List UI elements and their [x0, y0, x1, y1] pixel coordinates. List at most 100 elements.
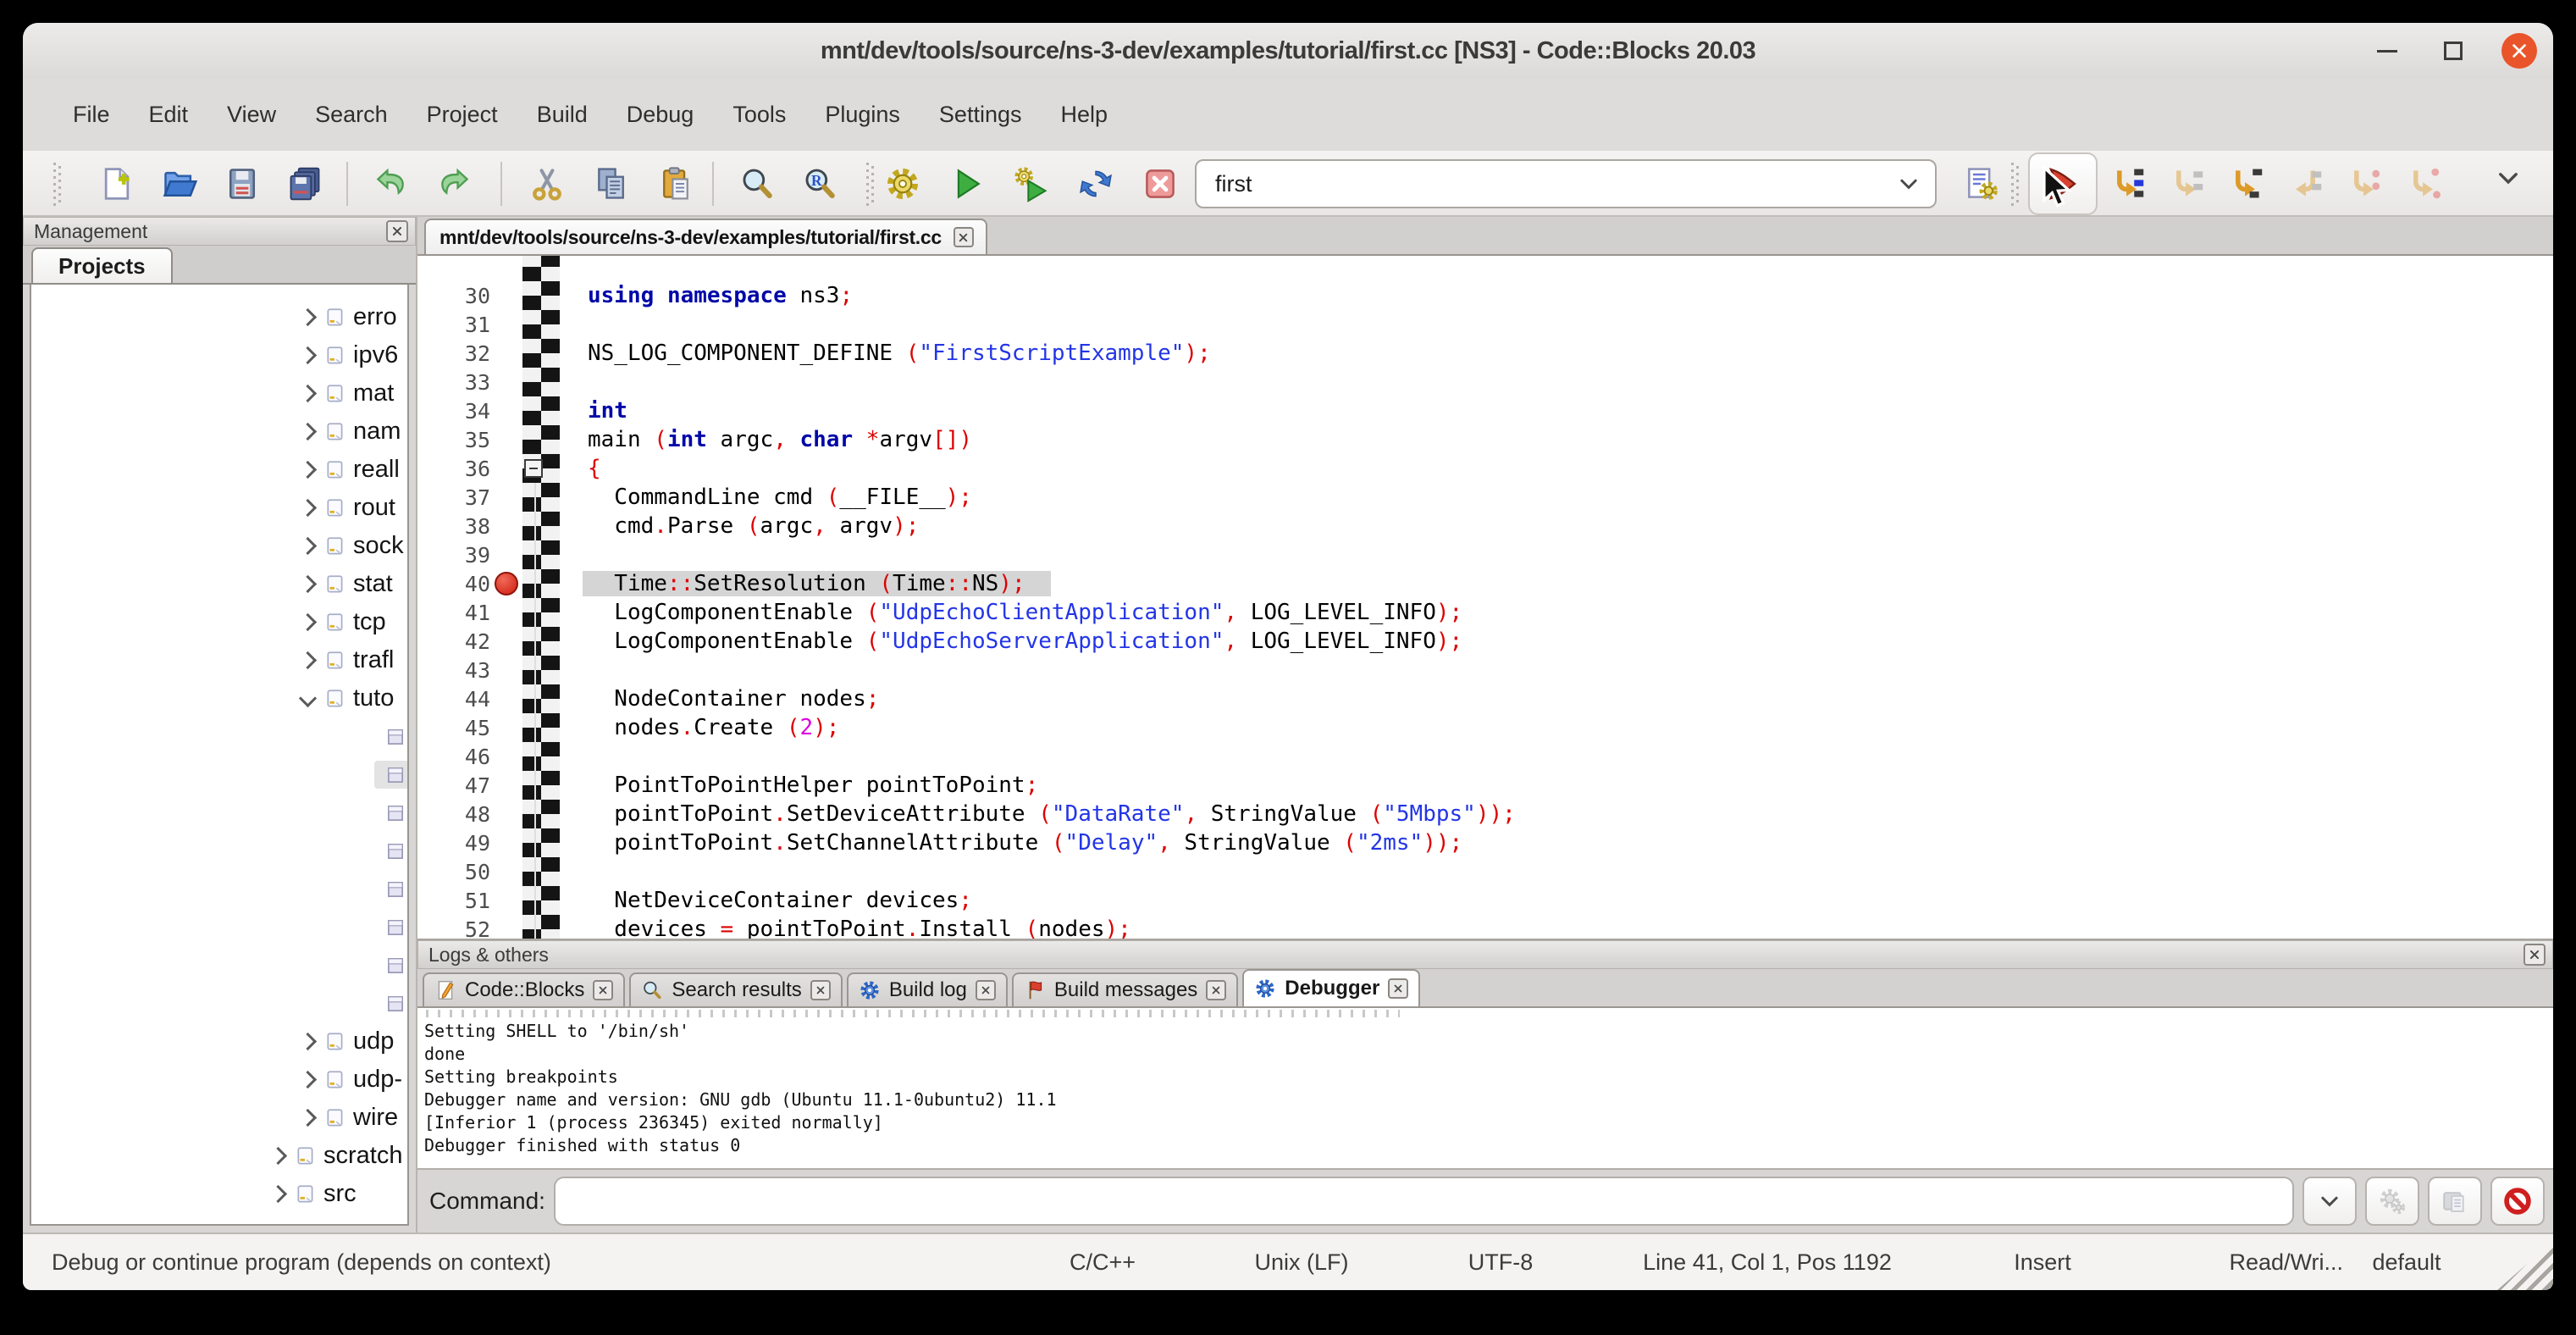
log-tab-close-button[interactable] — [1206, 980, 1226, 1000]
maximize-button[interactable] — [2435, 32, 2472, 69]
line-number[interactable]: 42 — [417, 629, 490, 654]
tree-item-ipv6[interactable]: ipv6 — [31, 336, 407, 374]
build-target-input[interactable] — [1197, 171, 1896, 197]
debug-step-into-instruction-button[interactable] — [2404, 163, 2443, 204]
debug-next-instruction-button[interactable] — [2345, 163, 2384, 204]
copy-button[interactable] — [592, 163, 631, 204]
menu-search[interactable]: Search — [296, 93, 407, 136]
code-editor[interactable]: 30using namespace ns3;3132NS_LOG_COMPONE… — [417, 256, 2553, 939]
tree-item-erro[interactable]: erro — [31, 298, 407, 336]
tree-item-tuto[interactable]: tuto — [31, 679, 407, 717]
menu-plugins[interactable]: Plugins — [805, 93, 920, 136]
line-number[interactable]: 45 — [417, 716, 490, 740]
debug-step-out-button[interactable] — [2286, 163, 2324, 204]
chevron-right-icon[interactable] — [269, 1147, 287, 1165]
tree-item-scratch[interactable]: scratch — [31, 1137, 407, 1175]
chevron-right-icon[interactable] — [299, 613, 317, 631]
line-number[interactable]: 33 — [417, 370, 490, 395]
tree-item-six[interactable]: six — [31, 946, 407, 984]
chevron-right-icon[interactable] — [269, 1185, 287, 1203]
tree-item-rout[interactable]: rout — [31, 489, 407, 527]
log-tab-build-messages[interactable]: Build messages — [1012, 972, 1238, 1006]
chevron-down-icon[interactable] — [1896, 171, 1921, 197]
build-target-combo[interactable] — [1195, 159, 1937, 208]
save-all-button[interactable] — [285, 163, 324, 204]
toolbar-grip[interactable] — [866, 162, 875, 206]
chevron-right-icon[interactable] — [299, 346, 317, 364]
line-number[interactable]: 36 — [417, 457, 490, 481]
tree-item-trafl[interactable]: trafl — [31, 641, 407, 679]
log-tab-close-button[interactable] — [593, 980, 613, 1000]
menu-settings[interactable]: Settings — [920, 93, 1042, 136]
abort-button[interactable] — [1141, 163, 1180, 204]
debug-next-line-button[interactable] — [2167, 163, 2206, 204]
chevron-right-icon[interactable] — [299, 423, 317, 440]
log-tab-close-button[interactable] — [976, 980, 996, 1000]
line-number[interactable]: 32 — [417, 341, 490, 366]
tab-projects[interactable]: Projects — [31, 247, 173, 283]
debug-run-to-cursor-button[interactable] — [2108, 163, 2147, 204]
chevron-right-icon[interactable] — [299, 1071, 317, 1088]
editor-tab-first-cc[interactable]: mnt/dev/tools/source/ns-3-dev/examples/t… — [424, 219, 987, 254]
line-number[interactable]: 41 — [417, 601, 490, 625]
line-number[interactable]: 52 — [417, 917, 490, 939]
redo-button[interactable] — [434, 163, 473, 204]
chevron-right-icon[interactable] — [299, 499, 317, 517]
line-number[interactable]: 48 — [417, 802, 490, 827]
compile-target-options-button[interactable] — [1962, 163, 2001, 204]
tree-item-fo[interactable]: fo — [31, 794, 407, 832]
tree-item-wire[interactable]: wire — [31, 1099, 407, 1137]
tree-item-th[interactable]: th — [31, 984, 407, 1022]
title-bar[interactable]: mnt/dev/tools/source/ns-3-dev/examples/t… — [23, 23, 2553, 79]
line-number[interactable]: 30 — [417, 284, 490, 308]
chevron-right-icon[interactable] — [299, 308, 317, 326]
logs-close-button[interactable] — [2523, 944, 2546, 966]
copy-log-button[interactable] — [2428, 1177, 2482, 1226]
resize-grip[interactable] — [2497, 1241, 2553, 1290]
cut-button[interactable] — [528, 163, 567, 204]
menu-debug[interactable]: Debug — [607, 93, 714, 136]
fold-collapse-icon[interactable] — [524, 459, 543, 478]
log-tab-search-results[interactable]: Search results — [629, 972, 842, 1006]
tree-item-se[interactable]: se — [31, 908, 407, 946]
debug-step-into-button[interactable] — [2226, 163, 2265, 204]
line-number[interactable]: 51 — [417, 889, 490, 913]
line-number[interactable]: 46 — [417, 745, 490, 769]
line-number[interactable]: 39 — [417, 543, 490, 568]
tree-item-mat[interactable]: mat — [31, 374, 407, 413]
command-input[interactable] — [554, 1177, 2294, 1226]
close-button[interactable] — [2501, 32, 2538, 69]
build-button[interactable] — [883, 163, 922, 204]
toolbar-overflow-button[interactable] — [2494, 163, 2523, 192]
log-tab-close-button[interactable] — [810, 980, 831, 1000]
chevron-right-icon[interactable] — [299, 461, 317, 479]
management-caption[interactable]: Management — [23, 217, 416, 246]
replace-button[interactable]: R — [800, 163, 839, 204]
line-number[interactable]: 47 — [417, 773, 490, 798]
chevron-right-icon[interactable] — [299, 1109, 317, 1127]
log-tab-debugger[interactable]: Debugger — [1242, 969, 1420, 1006]
command-dropdown-button[interactable] — [2302, 1177, 2357, 1226]
new-file-button[interactable] — [97, 163, 136, 204]
chevron-down-icon[interactable] — [299, 690, 317, 707]
project-tree[interactable]: erroipv6matnamreallroutsockstattcptraflt… — [30, 285, 409, 1226]
menu-project[interactable]: Project — [407, 93, 517, 136]
tree-item-udp[interactable]: udp — [31, 1022, 407, 1061]
tree-item-fir[interactable]: fir — [31, 756, 407, 794]
line-number[interactable]: 50 — [417, 860, 490, 884]
breakpoint-margin[interactable] — [490, 572, 522, 595]
management-close-button[interactable] — [386, 220, 408, 242]
line-number[interactable]: 40 — [417, 572, 490, 596]
tree-item-stat[interactable]: stat — [31, 565, 407, 603]
menu-help[interactable]: Help — [1041, 93, 1127, 136]
tree-item-udp-[interactable]: udp- — [31, 1061, 407, 1099]
line-number[interactable]: 43 — [417, 658, 490, 683]
save-button[interactable] — [223, 163, 262, 204]
line-number[interactable]: 34 — [417, 399, 490, 424]
line-number[interactable]: 31 — [417, 313, 490, 337]
minimize-button[interactable] — [2369, 32, 2406, 69]
log-tab-code-blocks[interactable]: Code::Blocks — [423, 972, 625, 1006]
run-button[interactable] — [948, 163, 987, 204]
line-number[interactable]: 44 — [417, 687, 490, 712]
logs-caption[interactable]: Logs & others — [417, 940, 2553, 969]
